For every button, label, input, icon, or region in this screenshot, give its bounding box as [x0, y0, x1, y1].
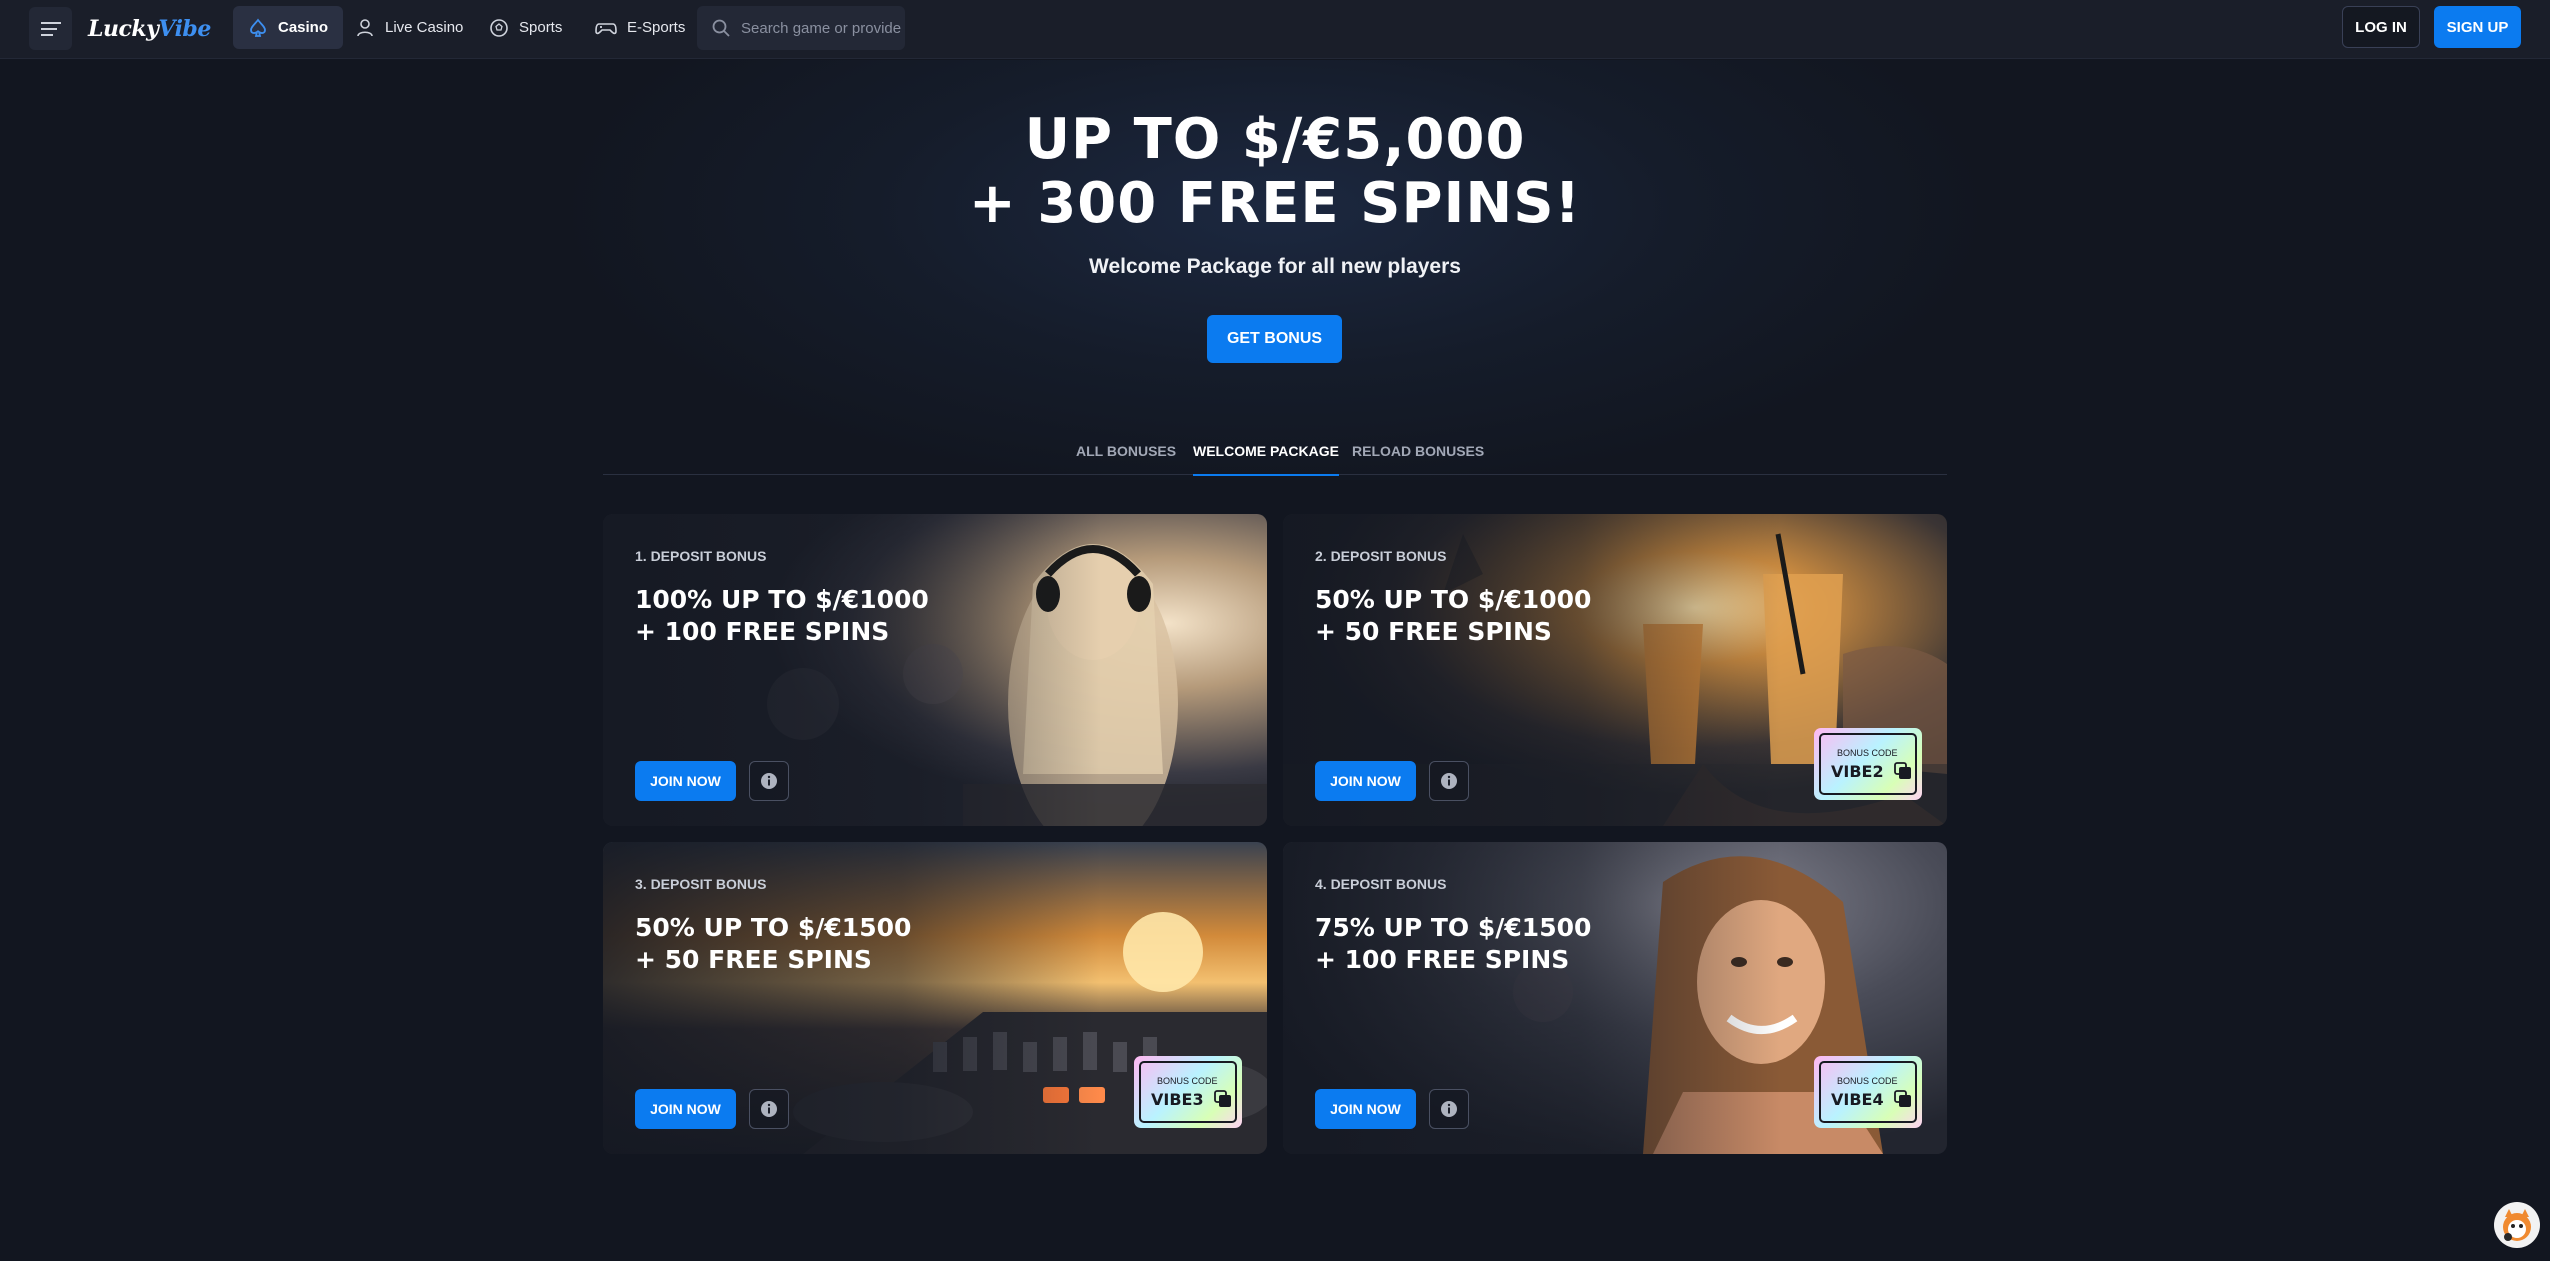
support-mascot-icon	[2503, 1209, 2531, 1241]
info-button[interactable]	[1429, 761, 1469, 801]
search-bar[interactable]	[697, 6, 905, 50]
hero-title-line-2: + 300 FREE SPINS!	[968, 171, 1582, 236]
card-2-title-line-2: + 50 FREE SPINS	[1315, 617, 1552, 646]
nav-live-casino[interactable]: Live Casino	[340, 6, 478, 49]
card-1-title: 100% UP TO $/€1000 + 100 FREE SPINS	[635, 584, 1055, 648]
card-4-label: 4. DEPOSIT BONUS	[1315, 876, 1447, 892]
card-2-title: 50% UP TO $/€1000 + 50 FREE SPINS	[1315, 584, 1735, 648]
bonus-code-label: BONUS CODE	[1837, 1075, 1898, 1086]
soccer-ball-icon	[490, 18, 508, 37]
bonus-code-frame: BONUS CODE VIBE2	[1819, 733, 1917, 795]
bonus-code-value: VIBE2	[1831, 761, 1884, 781]
tab-all-bonuses[interactable]: ALL BONUSES	[1076, 439, 1176, 475]
bonus-code-frame: BONUS CODE VIBE3	[1139, 1061, 1237, 1123]
join-now-button[interactable]: JOIN NOW	[635, 761, 736, 801]
hamburger-icon	[40, 21, 61, 36]
search-input[interactable]	[741, 19, 901, 37]
info-icon	[761, 773, 777, 789]
card-2-label: 2. DEPOSIT BONUS	[1315, 548, 1447, 564]
logo-wordmark: LuckyVibe	[88, 16, 211, 42]
bonus-tabs: ALL BONUSES WELCOME PACKAGE RELOAD BONUS…	[603, 439, 1947, 476]
card-4-title-line-2: + 100 FREE SPINS	[1315, 945, 1570, 974]
menu-button[interactable]	[29, 7, 72, 50]
join-now-button[interactable]: JOIN NOW	[1315, 1089, 1416, 1129]
dealer-icon	[357, 18, 373, 36]
copy-icon[interactable]	[1213, 1090, 1232, 1108]
nav-casino[interactable]: Casino	[233, 6, 344, 49]
login-button[interactable]: LOG IN	[2342, 6, 2420, 48]
tab-welcome-package[interactable]: WELCOME PACKAGE	[1193, 439, 1339, 476]
join-now-button[interactable]: JOIN NOW	[635, 1089, 736, 1129]
nav-sports[interactable]: Sports	[474, 6, 577, 49]
card-4-title-line-1: 75% UP TO $/€1500	[1315, 913, 1592, 942]
hero-title: UP TO $/€5,000 + 300 FREE SPINS!	[0, 108, 2550, 236]
search-icon	[712, 19, 730, 37]
card-1-title-line-2: + 100 FREE SPINS	[635, 617, 890, 646]
support-chat-button[interactable]	[2494, 1202, 2540, 1248]
bonus-code-box[interactable]: BONUS CODE VIBE4	[1814, 1056, 1922, 1128]
card-3-title-line-1: 50% UP TO $/€1500	[635, 913, 912, 942]
bonus-code-row: VIBE3	[1151, 1090, 1232, 1109]
info-icon	[1441, 773, 1457, 789]
deposit-bonus-card-4: 4. DEPOSIT BONUS 75% UP TO $/€1500 + 100…	[1283, 842, 1947, 1154]
tab-reload-bonuses[interactable]: RELOAD BONUSES	[1352, 439, 1484, 475]
bonus-code-frame: BONUS CODE VIBE4	[1819, 1061, 1917, 1123]
card-3-title: 50% UP TO $/€1500 + 50 FREE SPINS	[635, 912, 1055, 976]
top-navigation-bar: LuckyVibe Casino Live Casino Sports E-Sp…	[0, 0, 2550, 59]
gamepad-icon	[595, 22, 617, 34]
card-1-label: 1. DEPOSIT BONUS	[635, 548, 767, 564]
bonus-code-label: BONUS CODE	[1157, 1075, 1218, 1086]
spade-icon	[250, 18, 266, 37]
bonus-code-label: BONUS CODE	[1837, 747, 1898, 758]
nav-live-casino-label: Live Casino	[385, 19, 464, 36]
info-button[interactable]	[749, 1089, 789, 1129]
bonus-code-value: VIBE3	[1151, 1089, 1204, 1109]
bonus-code-value: VIBE4	[1831, 1089, 1884, 1109]
info-button[interactable]	[749, 761, 789, 801]
nav-casino-label: Casino	[278, 19, 329, 36]
nav-sports-label: Sports	[519, 19, 563, 36]
nav-esports-label: E-Sports	[627, 19, 686, 36]
info-icon	[761, 1101, 777, 1117]
card-4-title: 75% UP TO $/€1500 + 100 FREE SPINS	[1315, 912, 1735, 976]
bonus-code-box[interactable]: BONUS CODE VIBE3	[1134, 1056, 1242, 1128]
bonus-code-row: VIBE2	[1831, 762, 1912, 781]
card-1-title-line-1: 100% UP TO $/€1000	[635, 585, 929, 614]
card-3-title-line-2: + 50 FREE SPINS	[635, 945, 872, 974]
deposit-bonus-card-2: 2. DEPOSIT BONUS 50% UP TO $/€1000 + 50 …	[1283, 514, 1947, 826]
hero-title-line-1: UP TO $/€5,000	[1024, 107, 1526, 172]
nav-esports[interactable]: E-Sports	[580, 6, 700, 49]
deposit-bonus-card-3: 3. DEPOSIT BONUS 50% UP TO $/€1500 + 50 …	[603, 842, 1267, 1154]
lucky-vibe-logo[interactable]: LuckyVibe	[88, 6, 211, 52]
bonus-code-row: VIBE4	[1831, 1090, 1912, 1109]
join-now-button[interactable]: JOIN NOW	[1315, 761, 1416, 801]
copy-icon[interactable]	[1893, 1090, 1912, 1108]
bonus-code-box[interactable]: BONUS CODE VIBE2	[1814, 728, 1922, 800]
info-button[interactable]	[1429, 1089, 1469, 1129]
signup-button[interactable]: SIGN UP	[2434, 6, 2521, 48]
deposit-bonus-card-1: 1. DEPOSIT BONUS 100% UP TO $/€1000 + 10…	[603, 514, 1267, 826]
info-icon	[1441, 1101, 1457, 1117]
card-3-label: 3. DEPOSIT BONUS	[635, 876, 767, 892]
get-bonus-button[interactable]: GET BONUS	[1207, 315, 1342, 363]
copy-icon[interactable]	[1893, 762, 1912, 780]
hero-subtitle: Welcome Package for all new players	[1089, 255, 1461, 278]
card-2-title-line-1: 50% UP TO $/€1000	[1315, 585, 1592, 614]
